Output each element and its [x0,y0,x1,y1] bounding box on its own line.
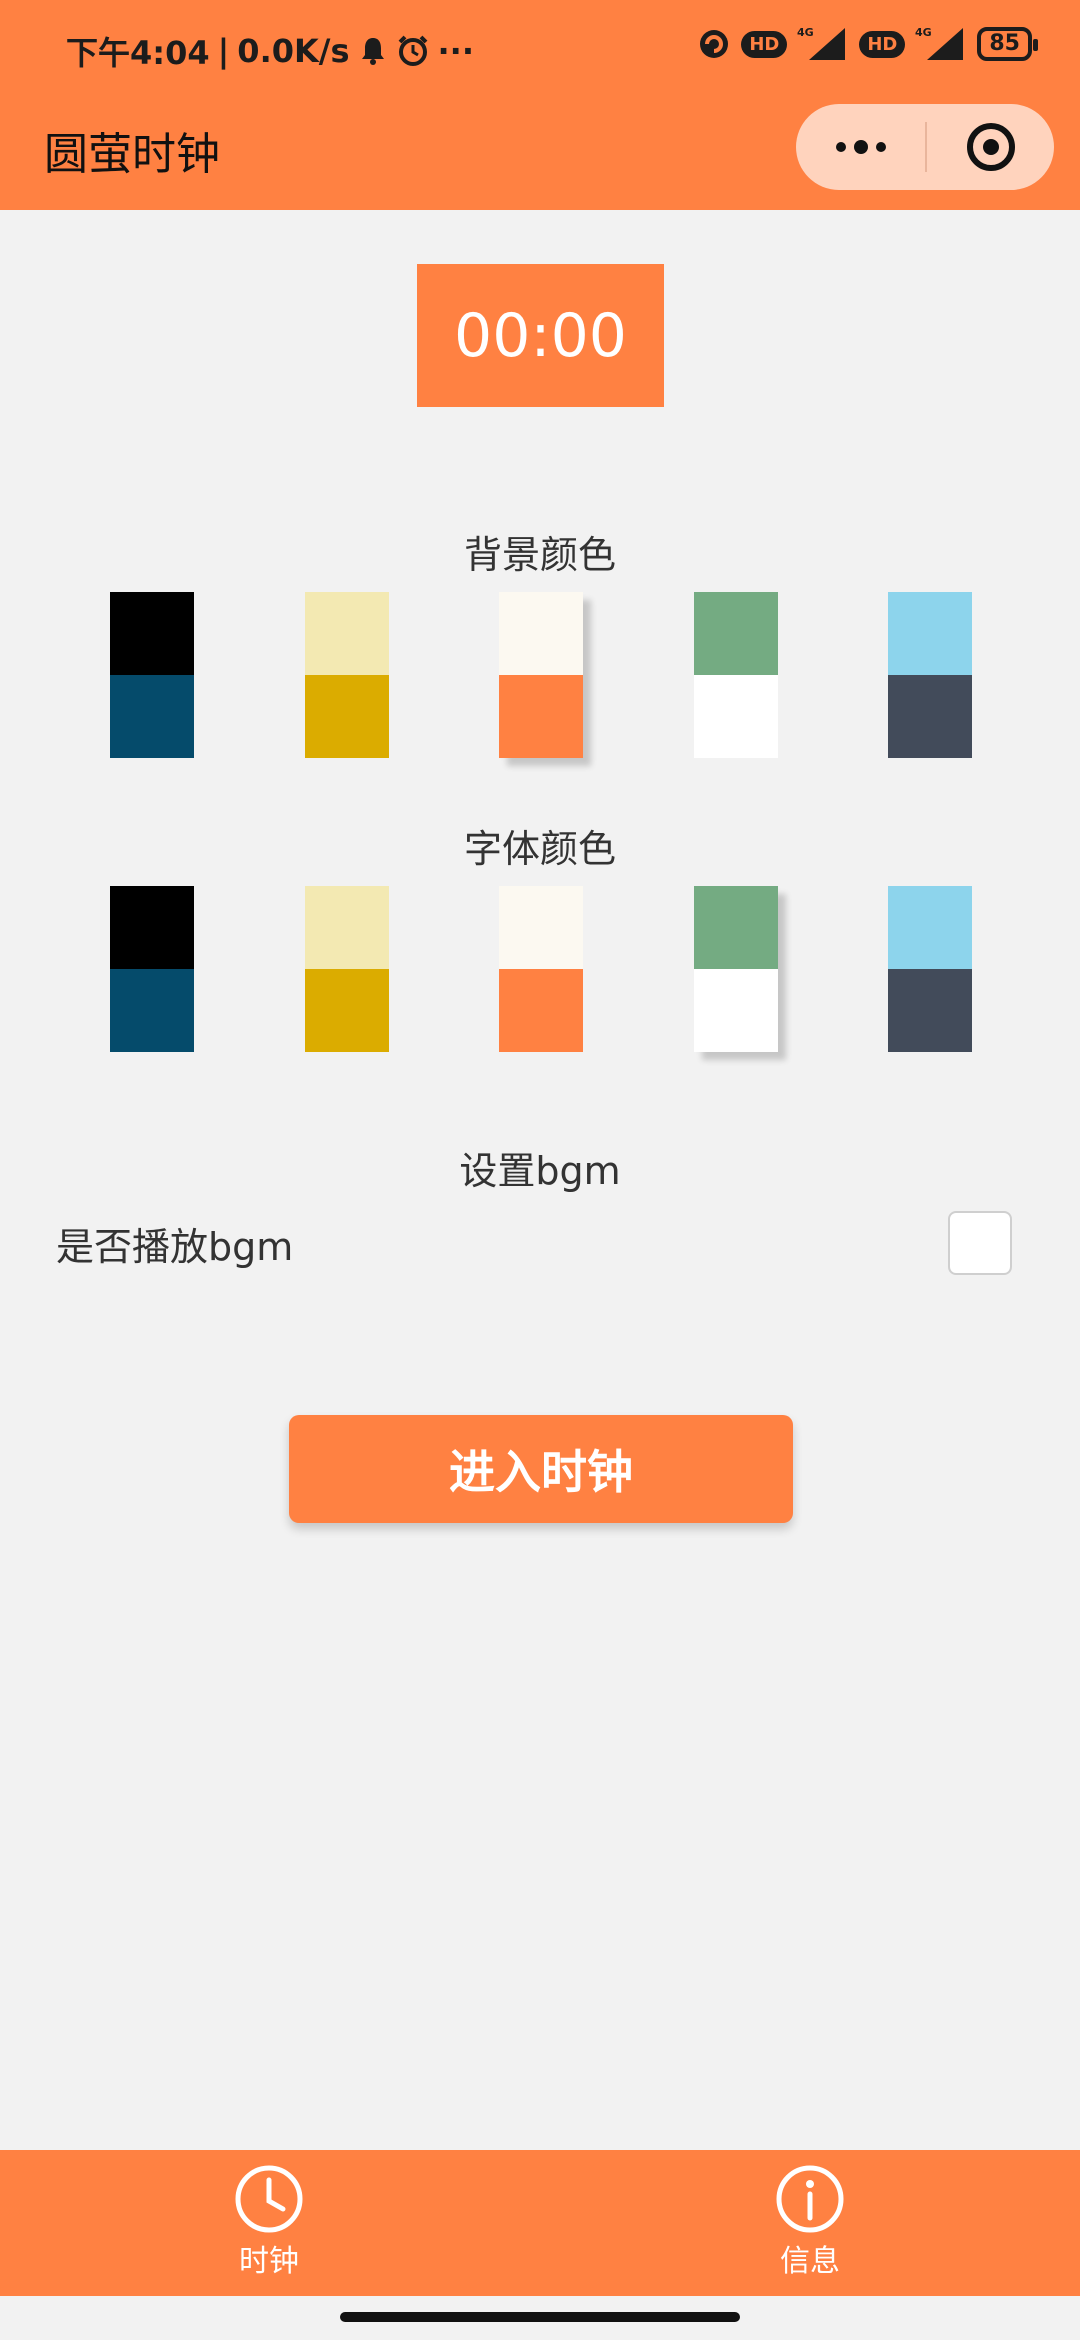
tab-info[interactable]: 信息 [710,2164,910,2284]
status-separator: | [217,32,230,70]
alarm-clock-icon [398,35,427,66]
font-color-swatch-4[interactable] [694,886,778,1052]
font-color-title: 字体颜色 [463,827,616,871]
font-color-swatch-5[interactable] [888,886,972,1052]
font-color-swatch-2[interactable] [305,886,389,1052]
more-options-button[interactable] [796,104,925,190]
play-bgm-checkbox[interactable] [948,1211,1012,1275]
more-notifications-indicator: ··· [437,32,474,70]
close-program-button[interactable] [927,104,1054,190]
status-bar: 下午4:04 | 0.0K/s ··· HD 4G HD 4G 85 [0,0,1080,100]
font-color-swatch-bottom [305,969,389,1052]
background-color-swatch-4[interactable] [694,592,778,758]
battery-indicator: 85 [977,27,1038,61]
background-color-swatch-1[interactable] [110,592,194,758]
target-circle-icon [966,123,1015,171]
font-color-swatch-top [110,886,194,969]
font-color-swatch-top [888,886,972,969]
signal-4g-icon: 4G [797,26,846,60]
tab-info-label: 信息 [780,2244,840,2279]
font-color-swatch-bottom [694,969,778,1052]
more-dot-icon [835,142,846,152]
tab-clock[interactable]: 时钟 [169,2164,369,2284]
tab-clock-label: 时钟 [239,2244,299,2279]
background-color-swatch-bottom [694,675,778,758]
font-color-swatch-1[interactable] [110,886,194,1052]
font-color-options [0,886,1080,1052]
bell-muted-icon [361,38,384,65]
status-time: 下午4:04 [66,34,210,72]
font-color-swatch-bottom [110,969,194,1052]
hd-badge-2: HD [859,30,906,58]
svg-text:4G: 4G [797,26,814,39]
background-color-swatch-top [888,592,972,675]
background-color-swatch-5[interactable] [888,592,972,758]
background-color-swatch-bottom [499,675,583,758]
bgm-settings-title: 设置bgm [459,1149,621,1193]
nav-bar: 圆萤时钟 [0,100,1080,210]
background-color-swatch-3[interactable] [499,592,583,758]
background-color-swatch-top [305,592,389,675]
home-indicator [340,2312,740,2322]
background-color-swatch-top [499,592,583,675]
background-color-options [0,592,1080,758]
background-color-swatch-top [110,592,194,675]
font-color-swatch-top [694,886,778,969]
enter-clock-button[interactable]: 进入时钟 [289,1415,793,1523]
background-color-swatch-bottom [110,675,194,758]
font-color-swatch-3[interactable] [499,886,583,1052]
network-speed: 0.0K/s [237,32,350,70]
mini-program-capsule [796,104,1054,190]
background-color-swatch-2[interactable] [305,592,389,758]
font-color-swatch-top [499,886,583,969]
background-color-swatch-bottom [888,675,972,758]
svg-text:4G: 4G [915,26,932,39]
hd-badge-1: HD [741,30,788,58]
page-title: 圆萤时钟 [44,129,220,180]
background-color-swatch-top [694,592,778,675]
play-bgm-label: 是否播放bgm [56,1225,294,1269]
font-color-swatch-bottom [888,969,972,1052]
status-right: HD 4G HD 4G 85 [697,26,1038,62]
more-dot-icon [853,140,868,154]
background-color-swatch-bottom [305,675,389,758]
more-dot-icon [875,142,886,152]
tab-bar: 时钟 信息 [0,2150,1080,2296]
font-color-swatch-bottom [499,969,583,1052]
info-icon [776,2165,844,2233]
status-left: 下午4:04 | 0.0K/s ··· [66,28,474,74]
font-color-swatch-top [305,886,389,969]
clock-preview: 00:00 [417,264,664,407]
signal-4g-icon-2: 4G [915,26,964,60]
clock-icon [235,2165,303,2233]
background-color-title: 背景颜色 [463,533,616,577]
vpn-icon [700,30,729,58]
